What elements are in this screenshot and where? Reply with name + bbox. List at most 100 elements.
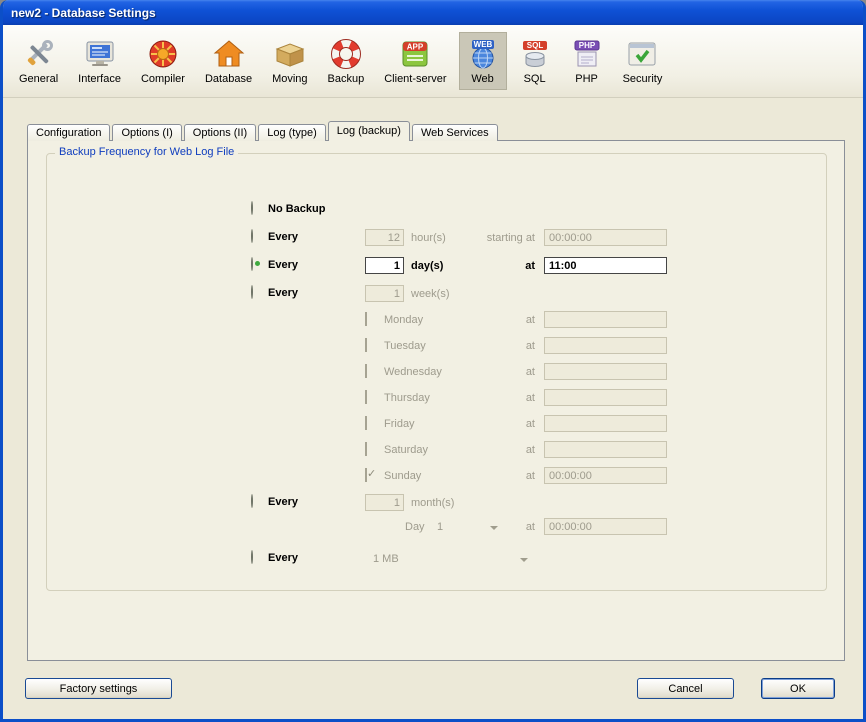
weekly-row: Every week(s) [47, 284, 826, 304]
weekday-row-monday: Monday at [47, 310, 826, 330]
toolbar-item-label: Security [623, 73, 663, 85]
daily-every-label: Every [268, 259, 298, 271]
hourly-radio[interactable] [251, 229, 253, 243]
friday-at-label: at [437, 418, 535, 430]
monthly-every-label: Every [268, 496, 298, 508]
moving-box-icon [274, 38, 306, 70]
toolbar-item-label: PHP [575, 73, 598, 85]
hourly-starting-at-label: starting at [437, 232, 535, 244]
wednesday-label: Wednesday [384, 366, 442, 378]
factory-settings-button[interactable]: Factory settings [25, 678, 172, 699]
tab-options-2[interactable]: Options (II) [184, 124, 256, 141]
toolbar-item-client-server[interactable]: APP Client-server [376, 32, 454, 90]
ok-button[interactable]: OK [761, 678, 835, 699]
daily-time-field[interactable] [544, 257, 667, 274]
hourly-value-field [365, 229, 404, 246]
database-home-icon [213, 38, 245, 70]
toolbar-item-web[interactable]: WEB Web [459, 32, 507, 90]
interface-monitor-icon [84, 38, 116, 70]
monthly-value-field [365, 494, 404, 511]
security-check-icon [626, 38, 658, 70]
thursday-at-label: at [437, 392, 535, 404]
saturday-checkbox [365, 442, 367, 456]
month-day-label: Day [405, 521, 425, 533]
toolbar-item-moving[interactable]: Moving [264, 32, 315, 90]
sunday-at-label: at [437, 470, 535, 482]
size-row: Every 1 MB [47, 549, 826, 569]
friday-checkbox [365, 416, 367, 430]
toolbar-item-sql[interactable]: SQL SQL [511, 32, 559, 90]
cancel-button[interactable]: Cancel [637, 678, 734, 699]
toolbar-item-php[interactable]: PHP PHP [563, 32, 611, 90]
friday-label: Friday [384, 418, 415, 430]
monthly-time-field [544, 518, 667, 535]
weekday-row-friday: Friday at [47, 414, 826, 434]
database-settings-dialog: new2 - Database Settings General [0, 0, 866, 722]
hourly-start-time-field [544, 229, 667, 246]
toolbar-item-backup[interactable]: Backup [320, 32, 373, 90]
saturday-label: Saturday [384, 444, 428, 456]
sunday-time-field [544, 467, 667, 484]
monthly-at-label: at [437, 521, 535, 533]
daily-radio[interactable] [251, 257, 253, 271]
tab-log-type[interactable]: Log (type) [258, 124, 326, 141]
tab-options-1[interactable]: Options (I) [112, 124, 181, 141]
size-radio[interactable] [251, 550, 253, 564]
no-backup-radio[interactable] [251, 201, 253, 215]
weekly-unit-label: week(s) [411, 288, 450, 300]
weekday-row-tuesday: Tuesday at [47, 336, 826, 356]
friday-time-field [544, 415, 667, 432]
sql-database-icon: SQL [519, 38, 551, 70]
tab-web-services[interactable]: Web Services [412, 124, 498, 141]
hourly-every-label: Every [268, 231, 298, 243]
toolbar-item-label: Moving [272, 73, 307, 85]
toolbar-item-interface[interactable]: Interface [70, 32, 129, 90]
toolbar-item-compiler[interactable]: Compiler [133, 32, 193, 90]
monthly-row: Every month(s) [47, 493, 826, 513]
daily-value-field[interactable] [365, 257, 404, 274]
toolbar-item-general[interactable]: General [11, 32, 66, 90]
weekday-row-wednesday: Wednesday at [47, 362, 826, 382]
sunday-label: Sunday [384, 470, 421, 482]
monthly-day-row: Day 1 at [47, 517, 826, 537]
client-server-app-icon: APP [399, 38, 431, 70]
php-icon: PHP [571, 38, 603, 70]
tab-configuration[interactable]: Configuration [27, 124, 110, 141]
weekday-row-sunday: Sunday at [47, 466, 826, 486]
backup-frequency-group: Backup Frequency for Web Log File No Bac… [46, 153, 827, 591]
log-backup-panel: Backup Frequency for Web Log File No Bac… [27, 140, 845, 661]
toolbar-item-label: Web [471, 73, 493, 85]
size-select-value: 1 MB [373, 553, 399, 565]
monthly-radio[interactable] [251, 494, 253, 508]
monday-label: Monday [384, 314, 423, 326]
toolbar-item-database[interactable]: Database [197, 32, 260, 90]
svg-text:PHP: PHP [578, 41, 595, 50]
compiler-wheel-icon [147, 38, 179, 70]
toolbar-item-label: Client-server [384, 73, 446, 85]
tuesday-time-field [544, 337, 667, 354]
monday-time-field [544, 311, 667, 328]
toolbar-item-label: Backup [328, 73, 365, 85]
toolbar-item-security[interactable]: Security [615, 32, 671, 90]
saturday-at-label: at [437, 444, 535, 456]
weekly-radio[interactable] [251, 285, 253, 299]
sunday-checkbox [365, 468, 367, 482]
tab-log-backup[interactable]: Log (backup) [328, 121, 410, 141]
weekday-row-saturday: Saturday at [47, 440, 826, 460]
weekly-every-label: Every [268, 287, 298, 299]
daily-at-label: at [437, 260, 535, 272]
svg-text:SQL: SQL [526, 41, 543, 50]
tuesday-label: Tuesday [384, 340, 426, 352]
group-title: Backup Frequency for Web Log File [55, 146, 238, 158]
tab-bar: Configuration Options (I) Options (II) L… [27, 121, 500, 141]
toolbar-item-label: Interface [78, 73, 121, 85]
general-tools-icon [23, 38, 55, 70]
toolbar-item-label: General [19, 73, 58, 85]
size-select-arrow-icon [520, 558, 528, 562]
size-every-label: Every [268, 552, 298, 564]
thursday-checkbox [365, 390, 367, 404]
saturday-time-field [544, 441, 667, 458]
wednesday-at-label: at [437, 366, 535, 378]
titlebar[interactable]: new2 - Database Settings [3, 0, 863, 25]
window-title: new2 - Database Settings [11, 6, 156, 20]
